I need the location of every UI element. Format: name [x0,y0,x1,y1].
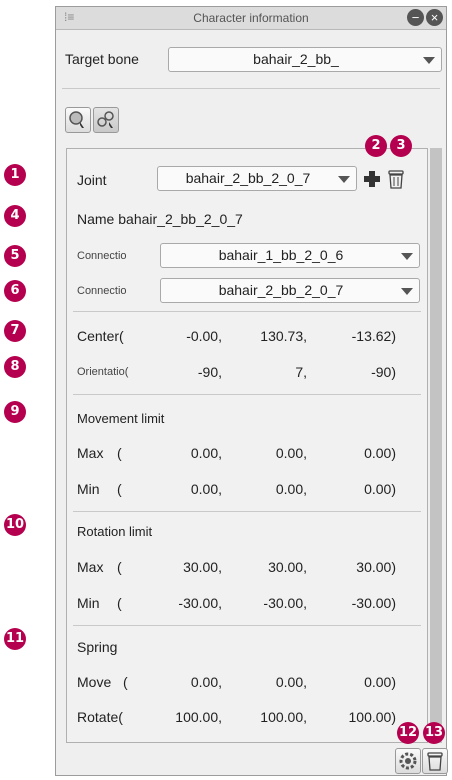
joint-dropdown[interactable]: bahair_2_bb_2_0_7 [157,166,357,191]
rotation-max-z[interactable]: 30.00) [322,559,396,575]
spring-move-y[interactable]: 0.00, [237,674,307,690]
spring-move-z[interactable]: 0.00) [322,674,396,690]
chevron-down-icon [338,176,350,183]
callout-badge-8: 8 [4,356,26,378]
name-label: Name [77,211,115,227]
trash-icon [427,752,443,771]
target-bone-value: bahair_2_bb_ [253,51,339,67]
connection1-dropdown[interactable]: bahair_1_bb_2_0_6 [160,243,420,268]
connection2-value: bahair_2_bb_2_0_7 [218,282,344,298]
spring-move-x[interactable]: 0.00, [162,674,222,690]
callout-badge-10: 10 [4,514,26,536]
rotation-max-y[interactable]: 30.00, [237,559,307,575]
movement-min-label: Min [77,481,100,497]
add-joint-icon[interactable] [363,170,381,188]
close-icon[interactable]: × [426,9,443,26]
joint-settings-area: Joint bahair_2_bb_2_0_7 Name bahair_2_bb… [66,148,428,743]
orientation-y-value[interactable]: 7, [237,364,307,380]
panel-title: Character information [193,11,309,25]
callout-badge-6: 6 [4,280,26,302]
rotation-limit-title: Rotation limit [77,524,153,539]
orientation-label: Orientatio( [77,366,129,378]
select-joint-tool-button[interactable] [93,107,119,133]
callout-badge-2: 2 [365,135,387,157]
movement-min-x[interactable]: 0.00, [162,481,222,497]
callout-badge-7: 7 [4,320,26,342]
center-y-value[interactable]: 130.73, [237,328,307,344]
callout-badge-13: 13 [423,722,445,744]
center-x-value[interactable]: -0.00, [162,328,222,344]
connection2-label: Connectio [77,285,127,297]
target-bone-dropdown[interactable]: bahair_2_bb_ [168,47,442,72]
spring-rotate-z[interactable]: 100.00) [322,709,396,725]
movement-limit-title: Movement limit [77,411,165,426]
joint-value: bahair_2_bb_2_0_7 [185,170,311,186]
movement-max-y[interactable]: 0.00, [237,445,307,461]
panel-titlebar: ⁞≡ Character information − × [56,7,446,30]
movement-max-z[interactable]: 0.00) [322,445,396,461]
character-information-panel: ⁞≡ Character information − × Target bone… [55,6,448,776]
movement-min-y[interactable]: 0.00, [237,481,307,497]
callout-badge-11: 11 [4,628,26,650]
divider [73,625,421,626]
rotation-max-x[interactable]: 30.00, [162,559,222,575]
minimize-icon[interactable]: − [407,9,424,26]
connection1-value: bahair_1_bb_2_0_6 [218,247,344,263]
joint-select-icon [97,111,114,128]
connection2-dropdown[interactable]: bahair_2_bb_2_0_7 [160,278,420,303]
scrollbar[interactable] [430,148,442,743]
rotation-min-z[interactable]: -30.00) [322,595,396,611]
connection1-label: Connectio [77,250,127,262]
divider [73,511,421,512]
gear-icon [399,752,417,770]
spring-rotate-y[interactable]: 100.00, [237,709,307,725]
chevron-down-icon [401,288,413,295]
joint-label: Joint [77,172,107,188]
rotation-max-label: Max [77,559,104,575]
callout-badge-1: 1 [4,164,26,186]
center-z-value[interactable]: -13.62) [322,328,396,344]
rotation-min-label: Min [77,595,100,611]
spring-rotate-x[interactable]: 100.00, [152,709,222,725]
delete-joint-icon[interactable] [386,168,406,190]
bone-select-icon [69,111,84,128]
rotation-min-paren: ( [117,595,122,611]
callout-badge-4: 4 [4,205,26,227]
delete-button[interactable] [422,748,448,774]
chevron-down-icon [401,253,413,260]
orientation-z-value[interactable]: -90) [322,364,396,380]
movement-min-paren: ( [117,481,122,497]
callout-badge-12: 12 [397,722,419,744]
chevron-down-icon [423,57,435,64]
target-bone-label: Target bone [65,51,139,67]
movement-max-label: Max [77,445,104,461]
select-bone-tool-button[interactable] [65,107,91,133]
movement-min-z[interactable]: 0.00) [322,481,396,497]
name-value: bahair_2_bb_2_0_7 [118,211,243,227]
movement-max-x[interactable]: 0.00, [162,445,222,461]
spring-rotate-label: Rotate( [77,709,123,725]
callout-badge-3: 3 [390,135,412,157]
rotation-min-y[interactable]: -30.00, [237,595,307,611]
rotation-max-paren: ( [117,559,122,575]
rotation-min-x[interactable]: -30.00, [162,595,222,611]
settings-button[interactable] [395,748,421,774]
spring-title: Spring [77,639,118,655]
movement-max-paren: ( [117,445,122,461]
callout-badge-5: 5 [4,245,26,267]
divider [73,394,421,395]
divider [62,88,440,89]
orientation-x-value[interactable]: -90, [162,364,222,380]
center-label: Center( [77,328,124,344]
divider [73,311,421,312]
name-row: Name bahair_2_bb_2_0_7 [77,211,243,227]
spring-move-label: Move [77,674,112,690]
callout-badge-9: 9 [4,401,26,423]
spring-move-paren: ( [123,674,128,690]
